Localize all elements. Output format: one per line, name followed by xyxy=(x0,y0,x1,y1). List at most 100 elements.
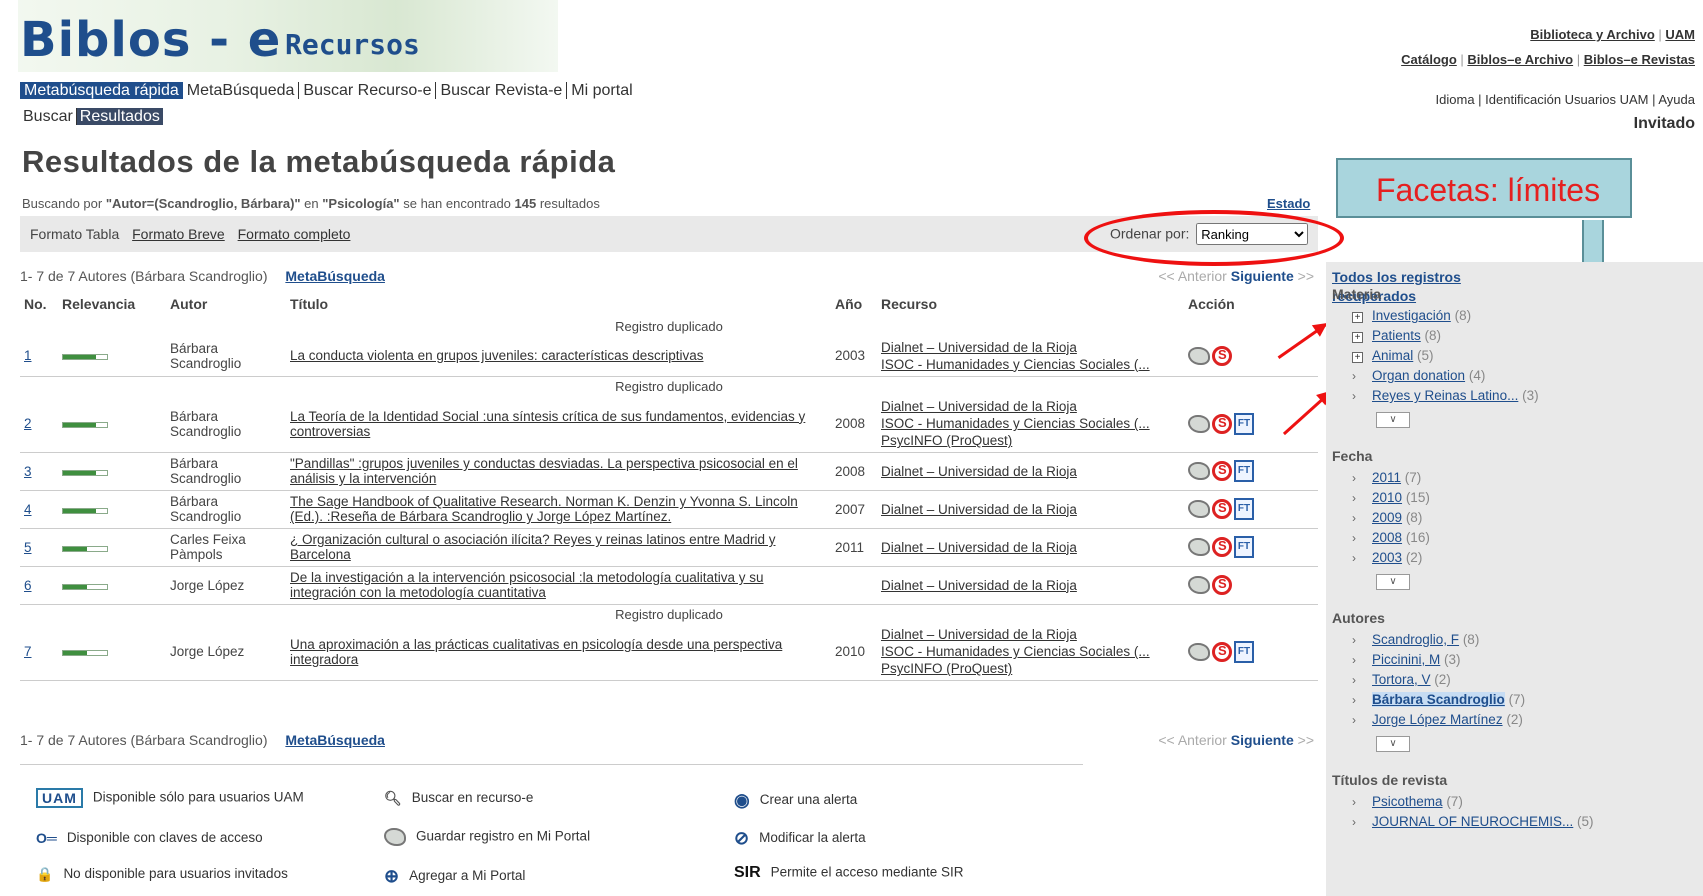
relevance-bar xyxy=(62,583,108,590)
metabusqueda-link[interactable]: MetaBúsqueda xyxy=(285,268,385,284)
search-icon: 🔍︎ xyxy=(384,790,402,806)
save-record-icon[interactable] xyxy=(1188,500,1210,518)
facet-item[interactable]: › 2003 (2) xyxy=(1352,550,1422,565)
sfx-link-icon[interactable] xyxy=(1212,413,1232,434)
format-table-label: Formato Tabla xyxy=(30,226,120,242)
resource-link[interactable]: Dialnet – Universidad de la Rioja xyxy=(881,398,1180,415)
estado-link[interactable]: Estado xyxy=(1267,196,1310,211)
next-link-bottom[interactable]: Siguiente xyxy=(1231,732,1294,748)
save-record-icon[interactable] xyxy=(1188,642,1210,661)
facet-item[interactable]: › Scandroglio, F (8) xyxy=(1352,632,1479,647)
facet-item[interactable]: › 2009 (8) xyxy=(1352,510,1422,525)
title-link[interactable]: La conducta violenta en grupos juveniles… xyxy=(290,348,703,363)
result-number[interactable]: 2 xyxy=(24,416,32,431)
title-link[interactable]: La Teoría de la Identidad Social :una sí… xyxy=(290,409,805,439)
tab-buscar-revista[interactable]: Buscar Revista-e xyxy=(436,82,568,99)
fulltext-icon[interactable]: FT xyxy=(1234,460,1254,482)
tab-metabusqueda-rapida[interactable]: Metabúsqueda rápida xyxy=(20,82,183,99)
metabusqueda-link-bottom[interactable]: MetaBúsqueda xyxy=(285,732,385,748)
save-record-icon[interactable] xyxy=(1188,346,1210,365)
facet-item[interactable]: › 2008 (16) xyxy=(1352,530,1430,545)
result-number[interactable]: 3 xyxy=(24,464,32,479)
resource-link[interactable]: ISOC - Humanidades y Ciencias Sociales (… xyxy=(881,643,1180,660)
facet-item[interactable]: › 2011 (7) xyxy=(1352,470,1421,485)
facet-item[interactable]: › JOURNAL OF NEUROCHEMIS... (5) xyxy=(1352,814,1594,829)
show-more-button[interactable]: ∨ xyxy=(1376,736,1410,752)
result-number[interactable]: 1 xyxy=(24,348,32,363)
resource-link[interactable]: ISOC - Humanidades y Ciencias Sociales (… xyxy=(881,415,1180,432)
tab-resultados[interactable]: Resultados xyxy=(76,108,163,125)
sfx-link-icon[interactable] xyxy=(1212,537,1232,557)
resource-link[interactable]: Dialnet – Universidad de la Rioja xyxy=(881,539,1180,556)
title-link[interactable]: ¿ Organización cultural o asociación ilí… xyxy=(290,532,775,562)
year xyxy=(831,566,877,605)
sfx-link-icon[interactable] xyxy=(1212,345,1232,366)
resource-link[interactable]: Dialnet – Universidad de la Rioja xyxy=(881,463,1180,480)
next-link[interactable]: Siguiente xyxy=(1231,268,1294,284)
facet-item[interactable]: › Jorge López Martínez (2) xyxy=(1352,712,1523,727)
result-number[interactable]: 4 xyxy=(24,502,32,517)
result-number[interactable]: 6 xyxy=(24,578,32,593)
save-record-icon[interactable] xyxy=(1188,538,1210,556)
save-record-icon[interactable] xyxy=(1188,414,1210,433)
resource-link[interactable]: Dialnet – Universidad de la Rioja xyxy=(881,577,1180,594)
fulltext-icon[interactable]: FT xyxy=(1234,640,1254,663)
expand-icon[interactable]: + xyxy=(1352,332,1363,343)
divider xyxy=(20,764,1083,765)
link-biblos-revistas[interactable]: Biblos–e Revistas xyxy=(1584,52,1695,67)
tab-buscar[interactable]: Buscar xyxy=(20,108,77,125)
tab-mi-portal[interactable]: Mi portal xyxy=(567,82,636,99)
sfx-link-icon[interactable] xyxy=(1212,575,1232,595)
prev-link-bottom[interactable]: << Anterior xyxy=(1158,732,1227,748)
facet-item[interactable]: + Animal (5) xyxy=(1352,348,1434,363)
fulltext-icon[interactable]: FT xyxy=(1234,412,1254,435)
fulltext-icon[interactable]: FT xyxy=(1234,536,1254,558)
facet-item[interactable]: + Patients (8) xyxy=(1352,328,1441,343)
facet-item[interactable]: › Piccinini, M (3) xyxy=(1352,652,1461,667)
col-recurso: Recurso xyxy=(881,296,938,312)
title-link[interactable]: "Pandillas" :grupos juveniles y conducta… xyxy=(290,456,798,486)
save-record-icon[interactable] xyxy=(1188,576,1210,594)
facet-item[interactable]: › Bárbara Scandroglio (7) xyxy=(1352,692,1525,707)
resource-link[interactable]: Dialnet – Universidad de la Rioja xyxy=(881,501,1180,518)
tab-buscar-recurso[interactable]: Buscar Recurso-e xyxy=(299,82,437,99)
facet-item[interactable]: › Psicothema (7) xyxy=(1352,794,1463,809)
expand-icon[interactable]: + xyxy=(1352,312,1363,323)
resource-link[interactable]: PsycINFO (ProQuest) xyxy=(881,660,1180,677)
link-identificacion[interactable]: Identificación Usuarios UAM xyxy=(1485,92,1648,107)
title-link[interactable]: The Sage Handbook of Qualitative Researc… xyxy=(290,494,798,524)
link-ayuda[interactable]: Ayuda xyxy=(1658,92,1695,107)
result-number[interactable]: 7 xyxy=(24,644,32,659)
sfx-link-icon[interactable] xyxy=(1212,499,1232,519)
expand-icon[interactable]: + xyxy=(1352,352,1363,363)
resource-link[interactable]: PsycINFO (ProQuest) xyxy=(881,432,1180,449)
tab-metabusqueda[interactable]: MetaBúsqueda xyxy=(182,82,300,99)
facet-item[interactable]: + Investigación (8) xyxy=(1352,308,1471,323)
result-number[interactable]: 5 xyxy=(24,540,32,555)
results-table: No. Relevancia Autor Título Año Recurso … xyxy=(20,292,1318,681)
format-brief-link[interactable]: Formato Breve xyxy=(132,226,225,242)
sfx-link-icon[interactable] xyxy=(1212,461,1232,481)
title-link[interactable]: De la investigación a la intervención ps… xyxy=(290,570,764,600)
facet-item[interactable]: › Organ donation (4) xyxy=(1352,368,1485,383)
resource-link[interactable]: ISOC - Humanidades y Ciencias Sociales (… xyxy=(881,356,1180,373)
show-more-button[interactable]: ∨ xyxy=(1376,412,1410,428)
table-row: 3 Bárbara Scandroglio "Pandillas" :grupos … xyxy=(20,452,1318,491)
link-biblos-archivo[interactable]: Biblos–e Archivo xyxy=(1467,52,1573,67)
link-catalogo[interactable]: Catálogo xyxy=(1401,52,1457,67)
link-idioma[interactable]: Idioma xyxy=(1436,92,1475,107)
prev-link[interactable]: << Anterior xyxy=(1158,268,1227,284)
link-biblioteca[interactable]: Biblioteca y Archivo xyxy=(1530,27,1655,42)
sfx-link-icon[interactable] xyxy=(1212,641,1232,662)
show-more-button[interactable]: ∨ xyxy=(1376,574,1410,590)
resource-link[interactable]: Dialnet – Universidad de la Rioja xyxy=(881,626,1180,643)
title-link[interactable]: Una aproximación a las prácticas cualita… xyxy=(290,637,782,667)
format-full-link[interactable]: Formato completo xyxy=(238,226,351,242)
facet-item[interactable]: › Tortora, V (2) xyxy=(1352,672,1451,687)
link-uam[interactable]: UAM xyxy=(1665,27,1695,42)
facet-item[interactable]: › Reyes y Reinas Latino... (3) xyxy=(1352,388,1539,403)
facet-item[interactable]: › 2010 (15) xyxy=(1352,490,1430,505)
save-record-icon[interactable] xyxy=(1188,462,1210,480)
fulltext-icon[interactable]: FT xyxy=(1234,498,1254,520)
resource-link[interactable]: Dialnet – Universidad de la Rioja xyxy=(881,339,1180,356)
